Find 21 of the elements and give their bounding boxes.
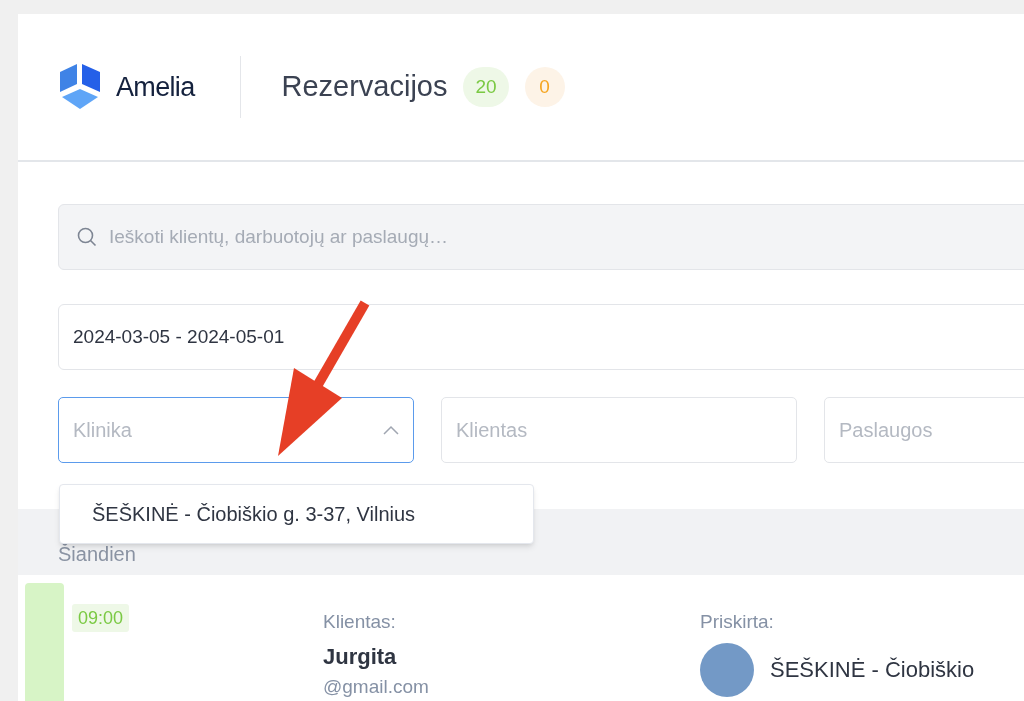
filter-select[interactable]: Klientas	[441, 397, 797, 463]
chevron-up-icon	[383, 425, 399, 435]
customer-name: Jurgita	[323, 642, 398, 671]
customer-label: Klientas:	[323, 610, 397, 634]
day-label: Šiandien	[58, 542, 136, 567]
avatar	[700, 642, 754, 697]
assigned-label: Priskirta:	[700, 610, 775, 634]
assigned-name: ŠEŠKINĖ - Čiobiškio	[770, 656, 975, 684]
filter-select[interactable]: Klinika	[58, 397, 414, 463]
count-badge: 0	[524, 67, 565, 107]
brand-name: Amelia	[116, 70, 195, 104]
dropdown-option[interactable]: ŠEŠKINĖ - Čiobiškio g. 3-37, Vilnius	[60, 499, 533, 529]
filter-select[interactable]: Paslaugos	[824, 397, 1024, 463]
count-badge: 20	[463, 67, 509, 107]
search-field[interactable]: Ieškoti klientų, darbuotojų ar paslaugų…	[58, 204, 1024, 270]
customer-email: @gmail.com	[323, 674, 430, 699]
search-icon	[77, 227, 97, 247]
date-range-field[interactable]: 2024-03-05 - 2024-05-01	[58, 304, 1024, 370]
time-badge: 09:00	[72, 604, 130, 632]
page-title: Rezervacijos	[281, 69, 448, 105]
logo-icon	[58, 64, 102, 110]
